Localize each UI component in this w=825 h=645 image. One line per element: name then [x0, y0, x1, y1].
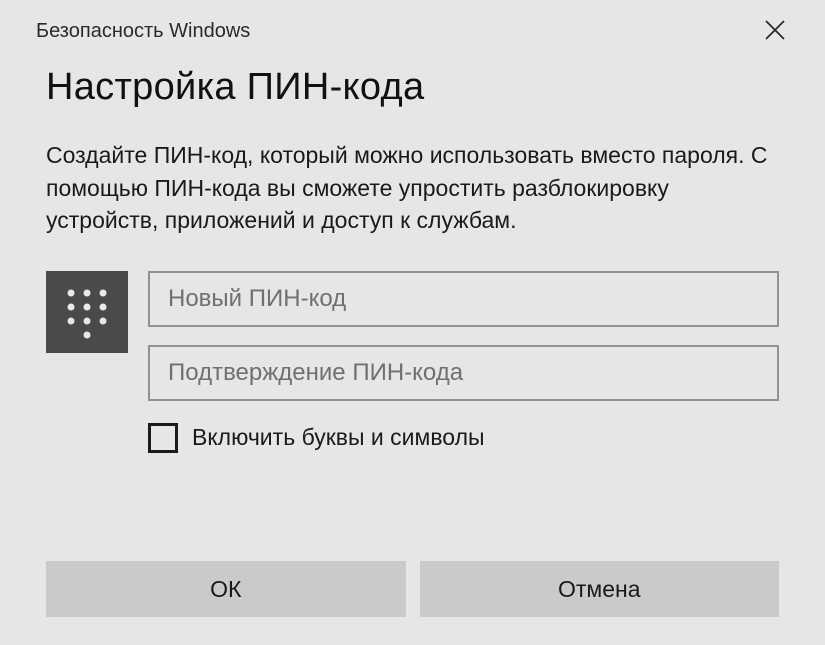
description-text: Создайте ПИН-код, который можно использо… — [46, 139, 779, 237]
include-letters-checkbox[interactable] — [148, 423, 178, 453]
new-pin-input[interactable] — [148, 271, 779, 327]
ok-button[interactable]: ОК — [46, 561, 406, 617]
pin-setup-dialog: Безопасность Windows Настройка ПИН-кода … — [0, 0, 825, 645]
checkbox-row: Включить буквы и символы — [148, 423, 779, 453]
dialog-content: Настройка ПИН-кода Создайте ПИН-код, кот… — [0, 48, 825, 453]
button-row: ОК Отмена — [46, 561, 779, 617]
titlebar: Безопасность Windows — [0, 0, 825, 48]
pin-pad-icon — [46, 271, 128, 353]
cancel-button[interactable]: Отмена — [420, 561, 780, 617]
page-title: Настройка ПИН-кода — [46, 66, 779, 109]
confirm-pin-input[interactable] — [148, 345, 779, 401]
close-icon[interactable] — [757, 14, 793, 48]
fields-column — [148, 271, 779, 401]
checkbox-label[interactable]: Включить буквы и символы — [192, 424, 485, 451]
input-area — [46, 271, 779, 401]
titlebar-text: Безопасность Windows — [36, 20, 250, 43]
